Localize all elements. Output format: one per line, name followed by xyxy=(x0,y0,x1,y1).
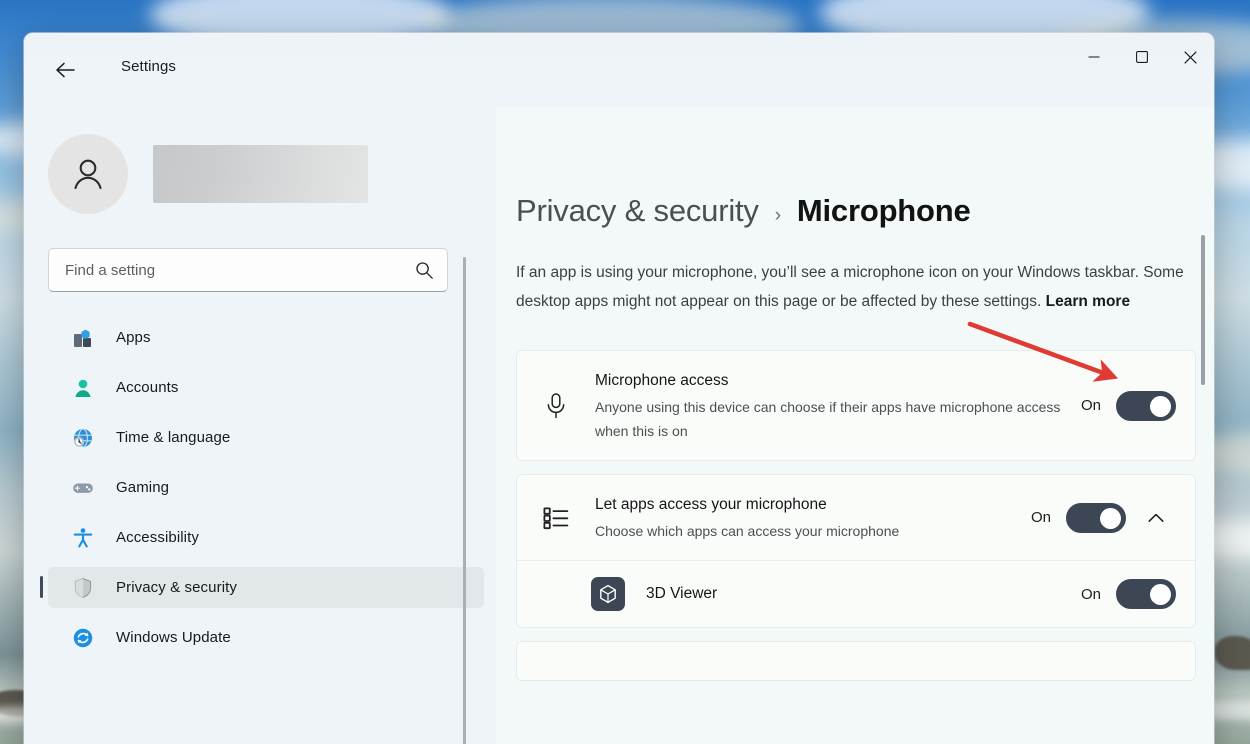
profile-section[interactable] xyxy=(48,134,496,214)
microphone-access-toggle[interactable] xyxy=(1116,391,1176,421)
accounts-icon xyxy=(72,377,94,399)
maximize-button[interactable] xyxy=(1118,33,1166,81)
sidebar-item-time-language[interactable]: Time & language xyxy=(48,417,484,458)
sidebar-item-label: Accounts xyxy=(116,379,179,396)
sidebar-item-accessibility[interactable]: Accessibility xyxy=(48,517,484,558)
sidebar-item-label: Gaming xyxy=(116,479,169,496)
sidebar-item-label: Privacy & security xyxy=(116,579,237,596)
app-name: 3D Viewer xyxy=(625,585,1081,603)
sidebar-item-label: Windows Update xyxy=(116,629,231,646)
sidebar-item-label: Time & language xyxy=(116,429,230,446)
time-language-icon xyxy=(72,427,94,449)
let-apps-access-toggle[interactable] xyxy=(1066,503,1126,533)
sidebar-item-label: Accessibility xyxy=(116,529,199,546)
search-button[interactable] xyxy=(411,257,438,284)
apps-icon xyxy=(72,327,94,349)
setting-title: Let apps access your microphone xyxy=(595,492,1019,517)
app-state: On xyxy=(1081,586,1101,603)
shield-icon xyxy=(72,577,94,599)
gaming-icon xyxy=(72,477,94,499)
toggle-knob xyxy=(1150,584,1171,605)
person-avatar-icon xyxy=(68,154,108,194)
window-body: Apps Accounts xyxy=(24,107,1214,744)
sidebar: Apps Accounts xyxy=(24,107,496,744)
sidebar-nav: Apps Accounts xyxy=(24,317,496,658)
sidebar-item-privacy-security[interactable]: Privacy & security xyxy=(48,567,484,608)
maximize-icon xyxy=(1136,51,1148,63)
windows-update-icon xyxy=(72,627,94,649)
next-app-card-partial xyxy=(516,641,1196,681)
sidebar-item-apps[interactable]: Apps xyxy=(48,317,484,358)
settings-window: Settings xyxy=(24,33,1214,744)
toggle-knob xyxy=(1100,508,1121,529)
microphone-access-state: On xyxy=(1081,397,1101,414)
breadcrumb-separator-icon: › xyxy=(775,205,781,227)
microphone-access-card: Microphone access Anyone using this devi… xyxy=(516,350,1196,461)
toggle-knob xyxy=(1150,396,1171,417)
sidebar-item-label: Apps xyxy=(116,329,151,346)
minimize-button[interactable] xyxy=(1070,33,1118,81)
microphone-access-text: Microphone access Anyone using this devi… xyxy=(571,368,1081,443)
microphone-access-row[interactable]: Microphone access Anyone using this devi… xyxy=(517,351,1195,460)
desktop-background: Settings xyxy=(0,0,1250,744)
window-title-bar: Settings xyxy=(24,33,1214,107)
window-controls xyxy=(1070,33,1214,81)
chevron-up-icon xyxy=(1148,513,1164,523)
let-apps-access-state: On xyxy=(1031,509,1051,526)
accessibility-icon xyxy=(72,527,94,549)
content-pane: Privacy & security › Microphone If an ap… xyxy=(496,107,1214,744)
3d-viewer-icon xyxy=(591,577,625,611)
collapse-expander-button[interactable] xyxy=(1136,500,1176,536)
setting-subtitle: Choose which apps can access your microp… xyxy=(595,519,1019,543)
close-button[interactable] xyxy=(1166,33,1214,81)
arrow-left-icon xyxy=(55,61,76,79)
let-apps-access-row[interactable]: Let apps access your microphone Choose w… xyxy=(517,475,1195,560)
breadcrumb-parent[interactable]: Privacy & security xyxy=(516,193,759,229)
microphone-icon xyxy=(541,392,571,420)
close-icon xyxy=(1184,51,1197,64)
let-apps-access-card: Let apps access your microphone Choose w… xyxy=(516,474,1196,628)
search-box xyxy=(48,248,448,292)
setting-subtitle: Anyone using this device can choose if t… xyxy=(595,395,1069,443)
sidebar-scrollbar[interactable] xyxy=(463,257,466,744)
app-title: Settings xyxy=(121,58,176,75)
search-icon xyxy=(415,261,434,280)
sidebar-item-gaming[interactable]: Gaming xyxy=(48,467,484,508)
search-input[interactable] xyxy=(48,248,448,292)
app-list-icon xyxy=(541,505,571,531)
sidebar-item-accounts[interactable]: Accounts xyxy=(48,367,484,408)
minimize-icon xyxy=(1088,51,1100,63)
setting-title: Microphone access xyxy=(595,368,1069,393)
let-apps-access-text: Let apps access your microphone Choose w… xyxy=(571,492,1031,543)
page-title: Microphone xyxy=(797,193,971,229)
page-description: If an app is using your microphone, you’… xyxy=(516,258,1196,316)
app-row-3d-viewer[interactable]: 3D Viewer On xyxy=(517,561,1195,627)
breadcrumb: Privacy & security › Microphone xyxy=(496,193,1214,229)
rock-shape xyxy=(1215,636,1250,670)
back-button[interactable] xyxy=(45,51,85,89)
learn-more-link[interactable]: Learn more xyxy=(1046,293,1130,310)
app-toggle-3d-viewer[interactable] xyxy=(1116,579,1176,609)
profile-name-redacted xyxy=(153,145,368,203)
sidebar-item-windows-update[interactable]: Windows Update xyxy=(48,617,484,658)
avatar xyxy=(48,134,128,214)
content-scrollbar[interactable] xyxy=(1201,235,1205,385)
